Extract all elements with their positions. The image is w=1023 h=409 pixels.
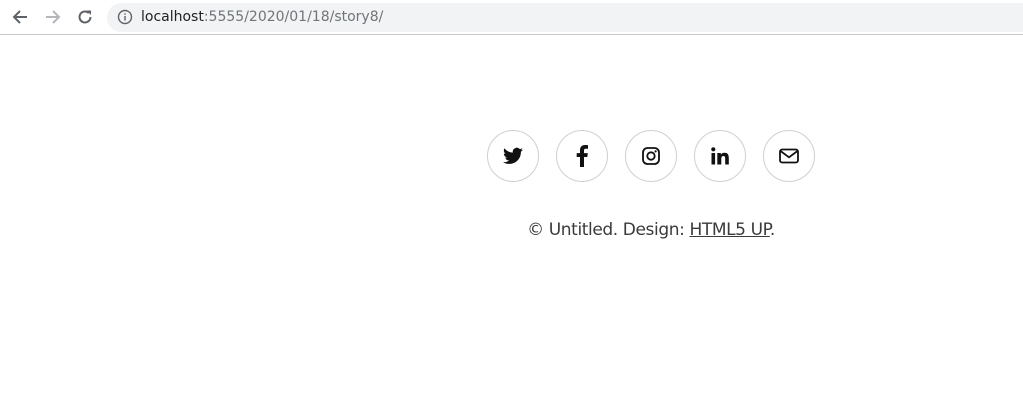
twitter-link[interactable]: [487, 130, 539, 182]
html5up-link[interactable]: HTML5 UP: [689, 220, 770, 240]
facebook-link[interactable]: [556, 130, 608, 182]
reload-button[interactable]: [73, 5, 97, 29]
back-button[interactable]: [8, 5, 32, 29]
reload-icon: [78, 10, 92, 24]
twitter-icon: [503, 147, 523, 164]
url-host: localhost: [141, 9, 204, 25]
copyright-prefix: © Untitled. Design:: [527, 220, 690, 240]
arrow-right-icon: [46, 10, 61, 24]
forward-button[interactable]: [41, 5, 65, 29]
url-path: :5555/2020/01/18/story8/: [203, 9, 384, 25]
browser-toolbar: localhost:5555/2020/01/18/story8/: [0, 0, 1023, 35]
facebook-icon: [576, 145, 588, 167]
arrow-left-icon: [12, 10, 27, 24]
envelope-icon: [779, 148, 799, 164]
page-content: © Untitled. Design: HTML5 UP.: [0, 36, 1023, 409]
email-link[interactable]: [763, 130, 815, 182]
linkedin-icon: [711, 147, 729, 165]
instagram-link[interactable]: [625, 130, 677, 182]
social-icons: [487, 130, 815, 182]
copyright-text: © Untitled. Design: HTML5 UP.: [0, 220, 1023, 240]
linkedin-link[interactable]: [694, 130, 746, 182]
instagram-icon: [642, 147, 660, 165]
copyright-suffix: .: [769, 220, 775, 240]
url-text[interactable]: localhost:5555/2020/01/18/story8/: [141, 9, 383, 26]
address-bar[interactable]: localhost:5555/2020/01/18/story8/: [107, 3, 1023, 32]
info-icon[interactable]: [117, 9, 133, 25]
